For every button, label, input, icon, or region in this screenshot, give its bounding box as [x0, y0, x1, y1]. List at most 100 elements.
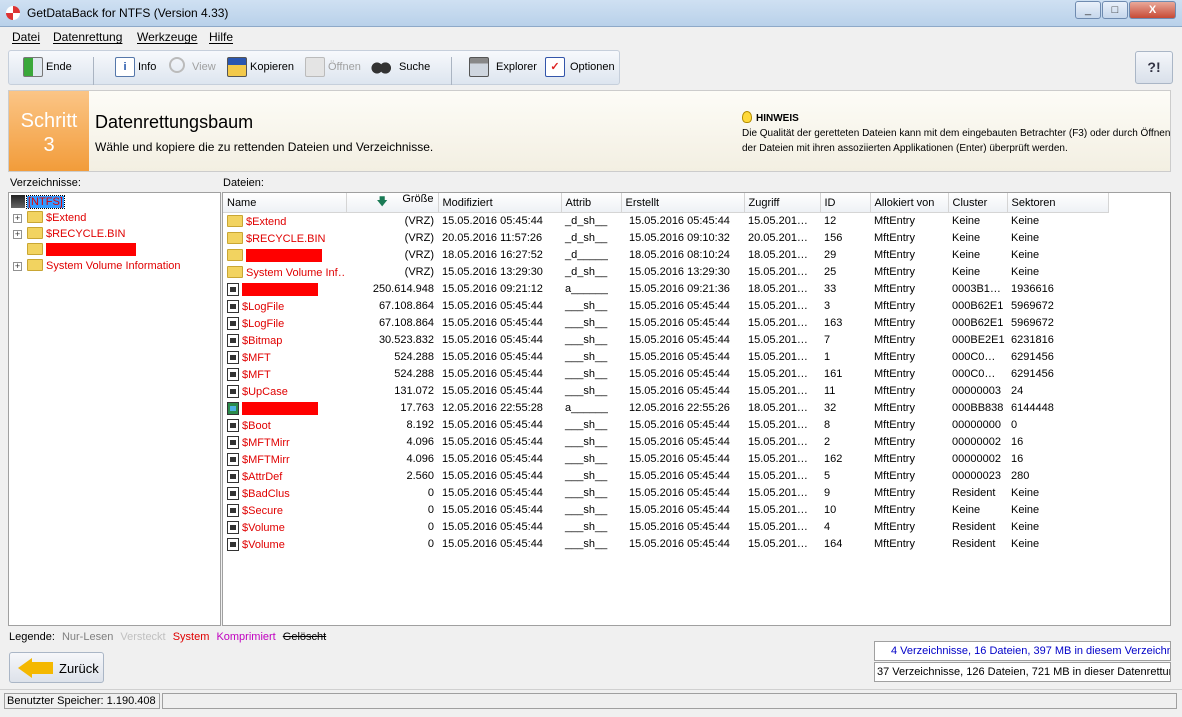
cell-created: 15.05.2016 05:45:44: [629, 385, 730, 397]
info-icon: i: [115, 57, 135, 77]
cell-access: 15.05.201…: [748, 453, 808, 465]
table-row[interactable]: $BadClus 0 15.05.2016 05:45:44 ___sh__ 15.05…: [223, 485, 1108, 502]
legend-system: System: [172, 631, 210, 643]
menu-datei[interactable]: Datei: [12, 30, 40, 44]
table-row[interactable]: $MFTMirr 4.096 15.05.2016 05:45:44 ___sh__ 1…: [223, 434, 1108, 451]
cell-created: 15.05.2016 05:45:44: [629, 504, 730, 516]
col-size[interactable]: 🡇 Größe: [346, 193, 439, 213]
menu-hilfe[interactable]: Hilfe: [209, 30, 233, 44]
col-created[interactable]: Erstellt: [621, 193, 745, 213]
cell-sectors: 16: [1011, 436, 1024, 448]
table-row[interactable]: $Secure 0 15.05.2016 05:45:44 ___sh__ 15.05.…: [223, 502, 1108, 519]
file-icon: [227, 486, 239, 500]
cell-mod: 15.05.2016 05:45:44: [442, 453, 543, 465]
cell-access: 18.05.201…: [748, 283, 808, 295]
expand-icon[interactable]: +: [13, 230, 22, 239]
cell-name: $MFTMirr: [223, 451, 346, 468]
cell-name: $MFT: [223, 366, 346, 383]
cell-created: 15.05.2016 13:29:30: [629, 266, 730, 278]
cell-sectors: 0: [1011, 419, 1018, 431]
table-row[interactable]: $UpCase 131.072 15.05.2016 05:45:44 ___sh__…: [223, 383, 1108, 400]
expand-icon[interactable]: +: [13, 262, 22, 271]
cell-mod: 15.05.2016 05:45:44: [442, 334, 543, 346]
maximize-button[interactable]: □: [1102, 1, 1128, 19]
tree-root[interactable]: [NTFS]: [11, 194, 65, 210]
cell-cluster: 00000002: [952, 453, 1001, 465]
col-id[interactable]: ID: [820, 193, 871, 213]
cell-mod: 18.05.2016 16:27:52: [442, 249, 543, 261]
legend: Legende: Nur-Lesen Versteckt System Komp…: [9, 631, 327, 643]
folder-icon: [27, 259, 43, 271]
col-sectors[interactable]: Sektoren: [1007, 193, 1109, 213]
step-description: Wähle und kopiere die zu rettenden Datei…: [95, 140, 434, 154]
close-button[interactable]: X: [1129, 1, 1176, 19]
file-icon: [227, 299, 239, 313]
cell-size: 4.096: [406, 453, 434, 465]
cell-access: 15.05.201…: [748, 368, 808, 380]
table-row[interactable]: (VRZ) 18.05.2016 16:27:52 _d_____ 18.05.201…: [223, 247, 1108, 264]
cell-attr: _d_sh__: [565, 266, 608, 278]
memory-usage: Benutzter Speicher: 1.190.408: [4, 693, 160, 709]
table-row[interactable]: $Extend (VRZ) 15.05.2016 05:45:44 _d_sh__ 15…: [223, 213, 1108, 230]
cell-name: $RECYCLE.BIN: [223, 230, 346, 247]
cell-attr: ___sh__: [565, 317, 608, 329]
col-cluster[interactable]: Cluster: [948, 193, 1008, 213]
cell-attr: ___sh__: [565, 368, 608, 380]
cell-access: 15.05.201…: [748, 470, 808, 482]
table-row[interactable]: $Volume 0 15.05.2016 05:45:44 ___sh__ 15.05.…: [223, 519, 1108, 536]
table-row[interactable]: 250.614.948 15.05.2016 09:21:12 a______ 15.…: [223, 281, 1108, 298]
cell-size: (VRZ): [404, 232, 434, 244]
expand-icon[interactable]: +: [13, 214, 22, 223]
col-modified[interactable]: Modifiziert: [438, 193, 562, 213]
help-button[interactable]: ?!: [1135, 51, 1173, 84]
file-icon: [227, 282, 239, 296]
save-icon: [227, 57, 247, 77]
table-row[interactable]: $RECYCLE.BIN (VRZ) 20.05.2016 11:57:26 _d_s…: [223, 230, 1108, 247]
cell-access: 15.05.201…: [748, 487, 808, 499]
file-list[interactable]: Name 🡇 Größe Modifiziert Attrib Erstellt …: [222, 192, 1171, 626]
table-row[interactable]: $MFTMirr 4.096 15.05.2016 05:45:44 ___sh__ 1…: [223, 451, 1108, 468]
menu-werkzeuge[interactable]: Werkzeuge: [137, 30, 197, 44]
table-row[interactable]: $LogFile 67.108.864 15.05.2016 05:45:44 ___…: [223, 298, 1108, 315]
cell-cluster: 000B62E1: [952, 317, 1004, 329]
cell-sectors: Keine: [1011, 538, 1040, 550]
file-icon: [227, 384, 239, 398]
cell-size: 67.108.864: [378, 300, 434, 312]
cell-id: 4: [824, 521, 831, 533]
cell-access: 15.05.201…: [748, 300, 808, 312]
table-row[interactable]: System Volume Inf… (VRZ) 15.05.2016 13:29:…: [223, 264, 1108, 281]
step-banner: Schritt 3 Datenrettungsbaum Wähle und ko…: [8, 90, 1171, 172]
cell-name: $UpCase: [223, 383, 346, 400]
file-icon: [227, 469, 239, 483]
col-access[interactable]: Zugriff: [744, 193, 821, 213]
table-row[interactable]: $MFT 524.288 15.05.2016 05:45:44 ___sh__ 15.…: [223, 349, 1108, 366]
table-row[interactable]: 17.763 12.05.2016 22:55:28 a______ 12.05.20…: [223, 400, 1108, 417]
cell-created: 15.05.2016 05:45:44: [629, 470, 730, 482]
col-name[interactable]: Name: [223, 193, 347, 213]
table-row[interactable]: $Bitmap 30.523.832 15.05.2016 05:45:44 ___s…: [223, 332, 1108, 349]
cell-name: $Volume: [223, 536, 346, 553]
table-row[interactable]: $MFT 524.288 15.05.2016 05:45:44 ___sh__ 15.…: [223, 366, 1108, 383]
app-icon[interactable]: [6, 6, 20, 20]
table-row[interactable]: $LogFile 67.108.864 15.05.2016 05:45:44 ___…: [223, 315, 1108, 332]
cell-size: 67.108.864: [378, 317, 434, 329]
cell-size: 0: [427, 538, 434, 550]
cell-size: 4.096: [406, 436, 434, 448]
cell-cluster: 000C0…: [952, 351, 996, 363]
cell-alloc: MftEntry: [874, 334, 915, 346]
cell-name: $Boot: [223, 417, 346, 434]
status-panel: [162, 693, 1177, 709]
menu-datenrettung[interactable]: Datenrettung: [53, 30, 122, 44]
table-row[interactable]: $Volume 0 15.05.2016 05:45:44 ___sh__ 15.05.…: [223, 536, 1108, 553]
table-row[interactable]: $Boot 8.192 15.05.2016 05:45:44 ___sh__ 15.0…: [223, 417, 1108, 434]
minimize-button[interactable]: _: [1075, 1, 1101, 19]
cell-name: $Volume: [223, 519, 346, 536]
col-allocated-by[interactable]: Allokiert von: [870, 193, 949, 213]
directory-tree[interactable]: [NTFS] + $Extend + $RECYCLE.BIN + System…: [8, 192, 221, 626]
cell-mod: 15.05.2016 05:45:44: [442, 351, 543, 363]
col-attrib[interactable]: Attrib: [561, 193, 622, 213]
table-row[interactable]: $AttrDef 2.560 15.05.2016 05:45:44 ___sh__ 1…: [223, 468, 1108, 485]
back-button[interactable]: Zurück: [9, 652, 104, 683]
cell-attr: ___sh__: [565, 419, 608, 431]
cell-access: 15.05.201…: [748, 521, 808, 533]
